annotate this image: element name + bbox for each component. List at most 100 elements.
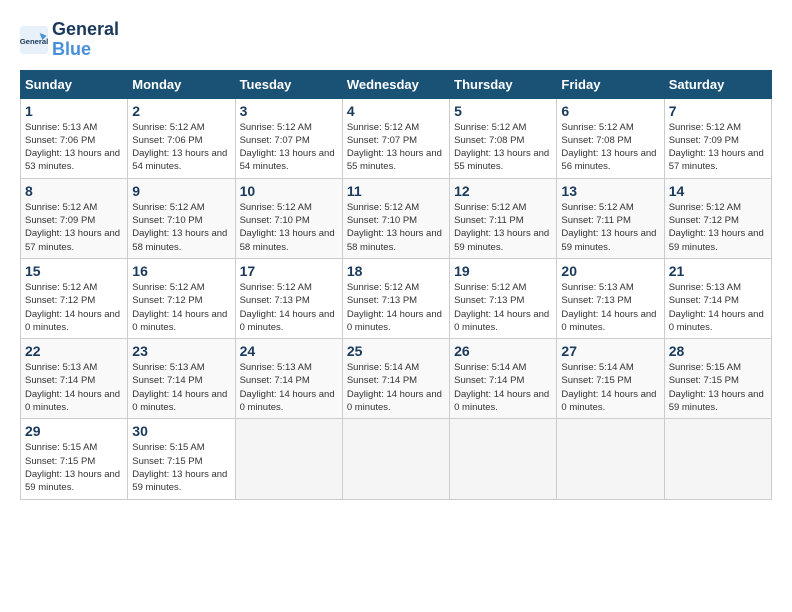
column-header-friday: Friday xyxy=(557,70,664,98)
calendar-cell: 1 Sunrise: 5:13 AM Sunset: 7:06 PM Dayli… xyxy=(21,98,128,178)
calendar-week-4: 22 Sunrise: 5:13 AM Sunset: 7:14 PM Dayl… xyxy=(21,339,772,419)
day-info: Sunrise: 5:15 AM Sunset: 7:15 PM Dayligh… xyxy=(132,441,230,494)
calendar-week-2: 8 Sunrise: 5:12 AM Sunset: 7:09 PM Dayli… xyxy=(21,178,772,258)
day-number: 24 xyxy=(240,343,338,359)
day-info: Sunrise: 5:13 AM Sunset: 7:13 PM Dayligh… xyxy=(561,281,659,334)
day-info: Sunrise: 5:14 AM Sunset: 7:14 PM Dayligh… xyxy=(347,361,445,414)
calendar-week-1: 1 Sunrise: 5:13 AM Sunset: 7:06 PM Dayli… xyxy=(21,98,772,178)
day-info: Sunrise: 5:12 AM Sunset: 7:08 PM Dayligh… xyxy=(454,121,552,174)
day-number: 26 xyxy=(454,343,552,359)
day-number: 1 xyxy=(25,103,123,119)
column-header-monday: Monday xyxy=(128,70,235,98)
column-header-tuesday: Tuesday xyxy=(235,70,342,98)
day-info: Sunrise: 5:13 AM Sunset: 7:14 PM Dayligh… xyxy=(25,361,123,414)
calendar-cell: 9 Sunrise: 5:12 AM Sunset: 7:10 PM Dayli… xyxy=(128,178,235,258)
day-number: 25 xyxy=(347,343,445,359)
calendar-cell: 11 Sunrise: 5:12 AM Sunset: 7:10 PM Dayl… xyxy=(342,178,449,258)
calendar-cell: 10 Sunrise: 5:12 AM Sunset: 7:10 PM Dayl… xyxy=(235,178,342,258)
day-info: Sunrise: 5:12 AM Sunset: 7:10 PM Dayligh… xyxy=(240,201,338,254)
column-header-sunday: Sunday xyxy=(21,70,128,98)
calendar-cell xyxy=(450,419,557,499)
day-number: 30 xyxy=(132,423,230,439)
day-info: Sunrise: 5:12 AM Sunset: 7:11 PM Dayligh… xyxy=(561,201,659,254)
day-info: Sunrise: 5:12 AM Sunset: 7:10 PM Dayligh… xyxy=(347,201,445,254)
calendar-cell: 21 Sunrise: 5:13 AM Sunset: 7:14 PM Dayl… xyxy=(664,258,771,338)
calendar-cell: 18 Sunrise: 5:12 AM Sunset: 7:13 PM Dayl… xyxy=(342,258,449,338)
calendar-cell xyxy=(342,419,449,499)
calendar-cell: 2 Sunrise: 5:12 AM Sunset: 7:06 PM Dayli… xyxy=(128,98,235,178)
day-number: 8 xyxy=(25,183,123,199)
day-number: 9 xyxy=(132,183,230,199)
day-number: 17 xyxy=(240,263,338,279)
calendar-cell: 6 Sunrise: 5:12 AM Sunset: 7:08 PM Dayli… xyxy=(557,98,664,178)
calendar-cell: 25 Sunrise: 5:14 AM Sunset: 7:14 PM Dayl… xyxy=(342,339,449,419)
calendar-cell: 28 Sunrise: 5:15 AM Sunset: 7:15 PM Dayl… xyxy=(664,339,771,419)
day-info: Sunrise: 5:12 AM Sunset: 7:12 PM Dayligh… xyxy=(132,281,230,334)
day-number: 6 xyxy=(561,103,659,119)
day-info: Sunrise: 5:12 AM Sunset: 7:12 PM Dayligh… xyxy=(25,281,123,334)
calendar-cell: 29 Sunrise: 5:15 AM Sunset: 7:15 PM Dayl… xyxy=(21,419,128,499)
calendar-body: 1 Sunrise: 5:13 AM Sunset: 7:06 PM Dayli… xyxy=(21,98,772,499)
day-number: 20 xyxy=(561,263,659,279)
calendar-cell: 26 Sunrise: 5:14 AM Sunset: 7:14 PM Dayl… xyxy=(450,339,557,419)
day-number: 15 xyxy=(25,263,123,279)
calendar-cell: 7 Sunrise: 5:12 AM Sunset: 7:09 PM Dayli… xyxy=(664,98,771,178)
calendar-cell: 19 Sunrise: 5:12 AM Sunset: 7:13 PM Dayl… xyxy=(450,258,557,338)
column-header-wednesday: Wednesday xyxy=(342,70,449,98)
calendar-cell: 13 Sunrise: 5:12 AM Sunset: 7:11 PM Dayl… xyxy=(557,178,664,258)
calendar-cell: 12 Sunrise: 5:12 AM Sunset: 7:11 PM Dayl… xyxy=(450,178,557,258)
logo-icon: General xyxy=(20,26,48,54)
calendar-cell: 30 Sunrise: 5:15 AM Sunset: 7:15 PM Dayl… xyxy=(128,419,235,499)
day-info: Sunrise: 5:13 AM Sunset: 7:06 PM Dayligh… xyxy=(25,121,123,174)
calendar-cell: 23 Sunrise: 5:13 AM Sunset: 7:14 PM Dayl… xyxy=(128,339,235,419)
day-info: Sunrise: 5:15 AM Sunset: 7:15 PM Dayligh… xyxy=(669,361,767,414)
calendar-cell xyxy=(664,419,771,499)
calendar-cell: 14 Sunrise: 5:12 AM Sunset: 7:12 PM Dayl… xyxy=(664,178,771,258)
day-info: Sunrise: 5:13 AM Sunset: 7:14 PM Dayligh… xyxy=(132,361,230,414)
calendar-cell: 3 Sunrise: 5:12 AM Sunset: 7:07 PM Dayli… xyxy=(235,98,342,178)
calendar-cell: 24 Sunrise: 5:13 AM Sunset: 7:14 PM Dayl… xyxy=(235,339,342,419)
day-info: Sunrise: 5:12 AM Sunset: 7:08 PM Dayligh… xyxy=(561,121,659,174)
day-number: 10 xyxy=(240,183,338,199)
logo-text: GeneralBlue xyxy=(52,20,119,60)
day-info: Sunrise: 5:14 AM Sunset: 7:14 PM Dayligh… xyxy=(454,361,552,414)
day-number: 22 xyxy=(25,343,123,359)
day-number: 4 xyxy=(347,103,445,119)
calendar-cell: 22 Sunrise: 5:13 AM Sunset: 7:14 PM Dayl… xyxy=(21,339,128,419)
calendar-cell: 20 Sunrise: 5:13 AM Sunset: 7:13 PM Dayl… xyxy=(557,258,664,338)
day-info: Sunrise: 5:12 AM Sunset: 7:09 PM Dayligh… xyxy=(669,121,767,174)
day-number: 28 xyxy=(669,343,767,359)
day-number: 12 xyxy=(454,183,552,199)
header: General GeneralBlue xyxy=(20,20,772,60)
day-info: Sunrise: 5:12 AM Sunset: 7:10 PM Dayligh… xyxy=(132,201,230,254)
column-header-saturday: Saturday xyxy=(664,70,771,98)
calendar-cell: 4 Sunrise: 5:12 AM Sunset: 7:07 PM Dayli… xyxy=(342,98,449,178)
day-info: Sunrise: 5:12 AM Sunset: 7:07 PM Dayligh… xyxy=(347,121,445,174)
day-info: Sunrise: 5:15 AM Sunset: 7:15 PM Dayligh… xyxy=(25,441,123,494)
calendar-table: SundayMondayTuesdayWednesdayThursdayFrid… xyxy=(20,70,772,500)
calendar-week-5: 29 Sunrise: 5:15 AM Sunset: 7:15 PM Dayl… xyxy=(21,419,772,499)
day-info: Sunrise: 5:12 AM Sunset: 7:09 PM Dayligh… xyxy=(25,201,123,254)
calendar-cell: 16 Sunrise: 5:12 AM Sunset: 7:12 PM Dayl… xyxy=(128,258,235,338)
day-number: 19 xyxy=(454,263,552,279)
day-number: 7 xyxy=(669,103,767,119)
calendar-cell: 27 Sunrise: 5:14 AM Sunset: 7:15 PM Dayl… xyxy=(557,339,664,419)
calendar-header-row: SundayMondayTuesdayWednesdayThursdayFrid… xyxy=(21,70,772,98)
day-number: 2 xyxy=(132,103,230,119)
day-number: 11 xyxy=(347,183,445,199)
day-number: 18 xyxy=(347,263,445,279)
day-number: 14 xyxy=(669,183,767,199)
day-number: 13 xyxy=(561,183,659,199)
calendar-cell xyxy=(235,419,342,499)
day-number: 3 xyxy=(240,103,338,119)
day-info: Sunrise: 5:12 AM Sunset: 7:13 PM Dayligh… xyxy=(240,281,338,334)
day-info: Sunrise: 5:12 AM Sunset: 7:06 PM Dayligh… xyxy=(132,121,230,174)
day-info: Sunrise: 5:12 AM Sunset: 7:11 PM Dayligh… xyxy=(454,201,552,254)
day-number: 29 xyxy=(25,423,123,439)
day-number: 21 xyxy=(669,263,767,279)
day-info: Sunrise: 5:12 AM Sunset: 7:13 PM Dayligh… xyxy=(454,281,552,334)
day-number: 27 xyxy=(561,343,659,359)
day-info: Sunrise: 5:12 AM Sunset: 7:13 PM Dayligh… xyxy=(347,281,445,334)
calendar-cell xyxy=(557,419,664,499)
calendar-cell: 17 Sunrise: 5:12 AM Sunset: 7:13 PM Dayl… xyxy=(235,258,342,338)
